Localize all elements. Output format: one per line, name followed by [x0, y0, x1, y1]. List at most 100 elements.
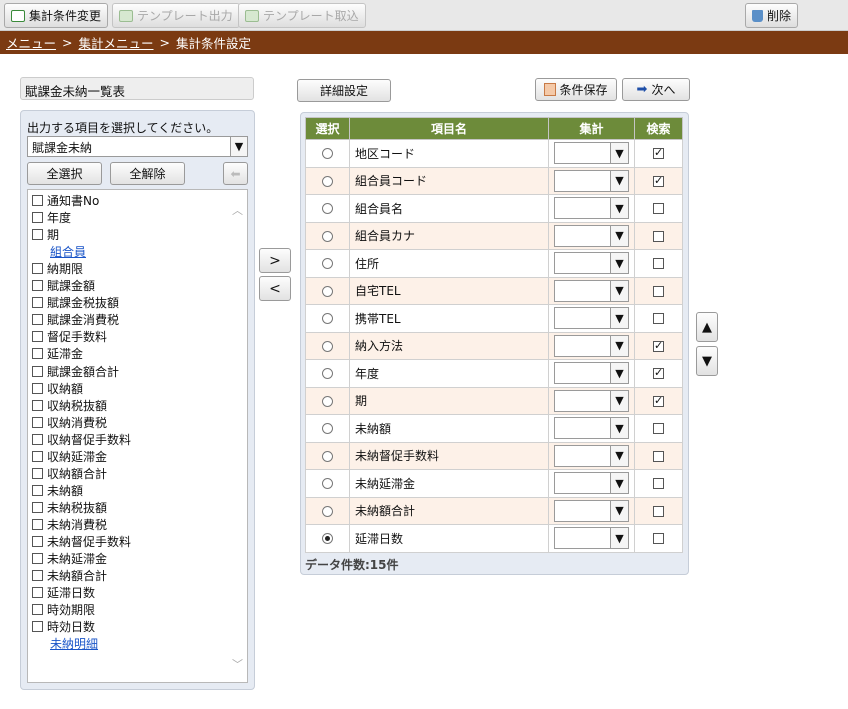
search-checkbox[interactable] [653, 533, 664, 545]
field-checkbox-item[interactable]: 未納督促手数料 [32, 533, 131, 550]
table-row[interactable]: 未納額 ▼ [305, 414, 683, 443]
search-checkbox[interactable] [653, 450, 664, 462]
field-checkbox-item[interactable]: 収納督促手数料 [32, 431, 131, 448]
table-row[interactable]: 未納額合計 ▼ [305, 496, 683, 525]
field-checkbox-item[interactable]: 期 [32, 226, 59, 243]
search-checkbox[interactable] [653, 394, 664, 407]
search-checkbox[interactable] [653, 423, 664, 435]
field-checkbox-item[interactable]: 時効期限 [32, 601, 95, 618]
checkbox[interactable] [32, 195, 43, 206]
next-button[interactable]: ➡ 次へ [622, 78, 690, 101]
aggregate-select[interactable]: ▼ [554, 169, 629, 192]
row-radio[interactable] [322, 258, 333, 270]
row-radio[interactable] [322, 533, 333, 545]
field-checkbox-item[interactable]: 未納税抜額 [32, 499, 107, 516]
aggregate-select[interactable]: ▼ [554, 334, 629, 357]
checkbox[interactable] [32, 553, 43, 565]
move-up-button[interactable]: ▲ [696, 312, 718, 342]
field-list[interactable]: ︿ ﹀ 通知書No 年度期組合員 納期限 賦課金額 賦課金税抜額 賦課金消費税 督促手数料延… [27, 189, 248, 683]
field-checkbox-item[interactable]: 収納税抜額 [32, 397, 107, 414]
search-checkbox[interactable] [653, 285, 664, 297]
checkbox[interactable] [32, 365, 43, 377]
aggregate-select[interactable]: ▼ [554, 252, 629, 275]
table-row[interactable]: 期 ▼ [305, 386, 683, 415]
remove-field-button[interactable]: < [259, 276, 291, 301]
aggregate-select[interactable]: ▼ [554, 279, 629, 302]
field-checkbox-item[interactable]: 賦課金額 [32, 277, 95, 294]
checkbox[interactable] [32, 467, 43, 479]
row-radio[interactable] [322, 478, 333, 490]
checkbox[interactable] [32, 450, 43, 462]
table-row[interactable]: 延滞日数 ▼ [305, 524, 683, 553]
field-checkbox-item[interactable]: 延滞日数 [32, 584, 95, 601]
aggregate-select[interactable]: ▼ [554, 142, 629, 165]
table-row[interactable]: 自宅TEL ▼ [305, 276, 683, 305]
search-checkbox[interactable] [653, 313, 664, 325]
checkbox[interactable] [32, 621, 43, 633]
row-radio[interactable] [322, 148, 333, 160]
aggregate-select[interactable]: ▼ [554, 224, 629, 247]
checkbox[interactable] [32, 263, 43, 275]
table-row[interactable]: 組合員コード ▼ [305, 166, 683, 195]
aggregate-select[interactable]: ▼ [554, 499, 629, 522]
field-checkbox-item[interactable]: 賦課金税抜額 [32, 294, 119, 311]
table-row[interactable]: 未納督促手数料 ▼ [305, 441, 683, 470]
checkbox[interactable] [32, 331, 43, 343]
row-radio[interactable] [322, 285, 333, 297]
search-checkbox[interactable] [653, 203, 664, 215]
checkbox[interactable] [32, 587, 43, 599]
save-conditions-button[interactable]: 条件保存 [535, 78, 617, 101]
checkbox[interactable] [32, 416, 43, 428]
checkbox[interactable] [32, 382, 43, 394]
field-group-link[interactable]: 組合員 [50, 243, 86, 260]
category-select[interactable]: 賦課金未納 ▼ [27, 136, 248, 157]
checkbox[interactable] [32, 348, 43, 360]
row-radio[interactable] [322, 175, 333, 187]
add-field-button[interactable]: > [259, 248, 291, 273]
checkbox[interactable] [32, 297, 43, 309]
checkbox[interactable] [32, 536, 43, 547]
field-checkbox-item[interactable]: 年度 [32, 209, 71, 226]
checkbox[interactable] [32, 280, 43, 292]
table-row[interactable]: 地区コード ▼ [305, 139, 683, 168]
row-radio[interactable] [322, 395, 333, 407]
field-checkbox-item[interactable]: 収納額合計 [32, 465, 107, 482]
aggregate-select[interactable]: ▼ [554, 389, 629, 412]
row-radio[interactable] [322, 203, 333, 215]
row-radio[interactable] [322, 505, 333, 517]
row-radio[interactable] [322, 340, 333, 352]
aggregate-select[interactable]: ▼ [554, 444, 629, 467]
field-checkbox-item[interactable]: 収納延滞金 [32, 448, 107, 465]
back-arrow-button[interactable]: ⬅ [223, 162, 248, 185]
scroll-down-icon[interactable]: ﹀ [232, 656, 243, 672]
aggregate-select[interactable]: ▼ [554, 197, 629, 220]
table-row[interactable]: 住所 ▼ [305, 249, 683, 278]
detail-settings-button[interactable]: 詳細設定 [297, 79, 391, 102]
table-row[interactable]: 未納延滞金 ▼ [305, 469, 683, 498]
field-checkbox-item[interactable]: 督促手数料 [32, 328, 107, 345]
field-checkbox-item[interactable]: 納期限 [32, 260, 83, 277]
field-checkbox-item[interactable]: 収納消費税 [32, 414, 107, 431]
search-checkbox[interactable] [653, 230, 664, 242]
row-radio[interactable] [322, 230, 333, 242]
field-checkbox-item[interactable]: 賦課金消費税 [32, 311, 119, 328]
search-checkbox[interactable] [653, 366, 664, 380]
row-radio[interactable] [322, 450, 333, 462]
checkbox[interactable] [32, 399, 43, 411]
checkbox[interactable] [32, 314, 43, 326]
template-output-button[interactable]: テンプレート出力 [112, 3, 240, 28]
row-radio[interactable] [322, 313, 333, 325]
checkbox[interactable] [32, 604, 43, 616]
scroll-up-icon[interactable]: ︿ [232, 202, 243, 218]
table-row[interactable]: 年度 ▼ [305, 359, 683, 388]
aggregate-select[interactable]: ▼ [554, 417, 629, 440]
field-checkbox-item[interactable]: 未納額合計 [32, 567, 107, 584]
checkbox[interactable] [32, 484, 43, 496]
aggregate-select[interactable]: ▼ [554, 307, 629, 330]
search-checkbox[interactable] [653, 146, 664, 160]
aggregate-select[interactable]: ▼ [554, 362, 629, 385]
field-checkbox-item[interactable]: 延滞金 [32, 345, 83, 362]
breadcrumb-aggregate-menu-link[interactable]: 集計メニュー [79, 33, 154, 52]
checkbox[interactable] [32, 501, 43, 513]
table-row[interactable]: 納入方法 ▼ [305, 331, 683, 360]
